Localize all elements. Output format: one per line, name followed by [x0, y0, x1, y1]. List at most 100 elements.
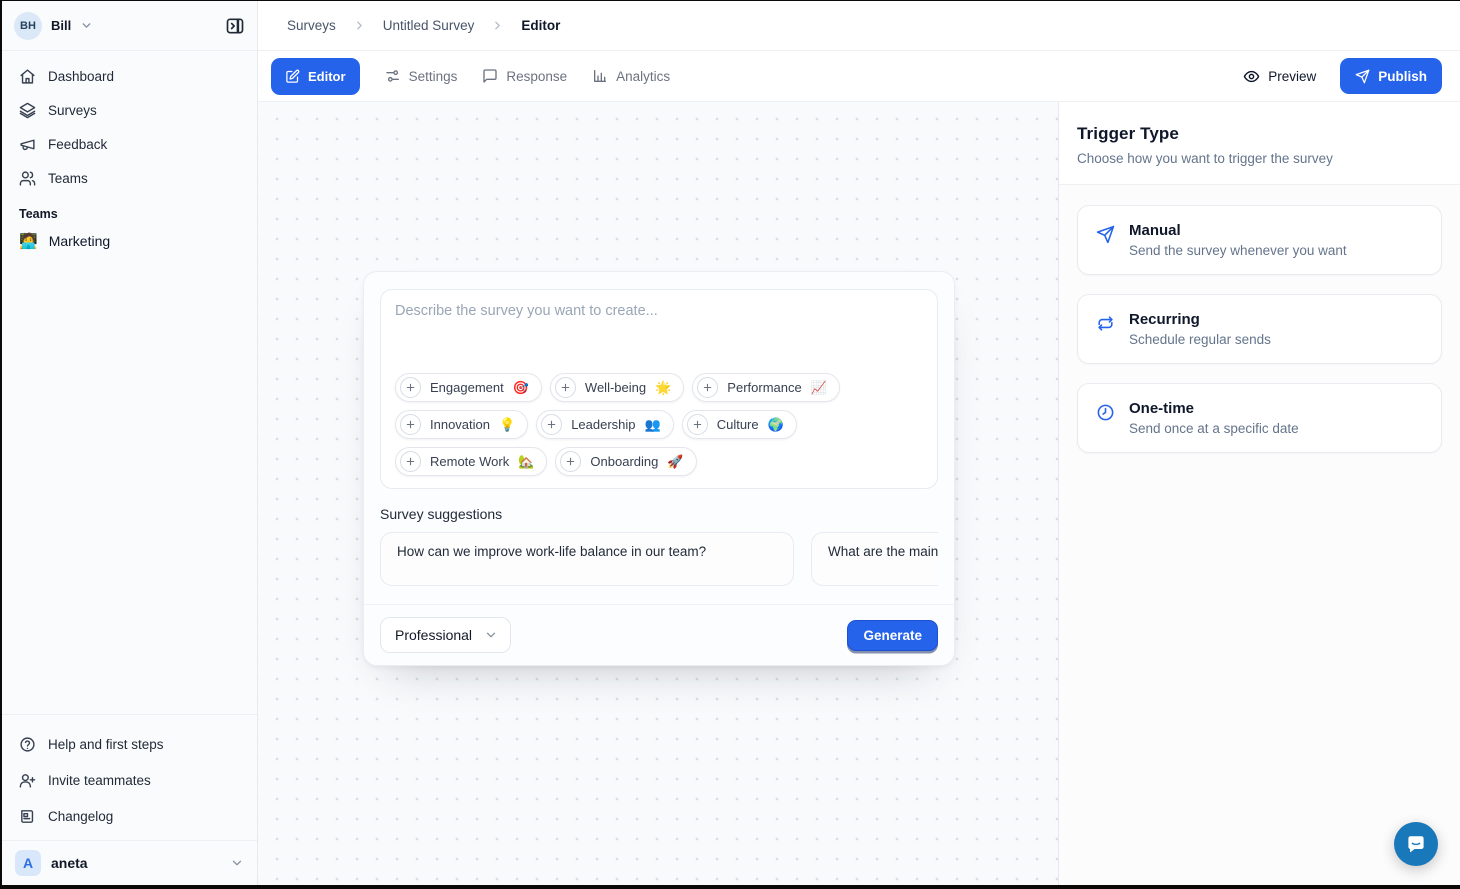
- preview-button[interactable]: Preview: [1243, 68, 1316, 85]
- workspace-avatar: BH: [14, 12, 42, 40]
- bulb-emoji-icon: 💡: [499, 417, 515, 433]
- plus-circle-icon: [697, 377, 718, 398]
- topic-chip-innovation[interactable]: Innovation 💡: [395, 410, 528, 439]
- user-name: aneta: [51, 855, 88, 871]
- panel-subtitle: Choose how you want to trigger the surve…: [1077, 151, 1442, 166]
- sidebar-item-teams[interactable]: Teams: [10, 161, 249, 195]
- chevron-right-icon: [353, 19, 366, 32]
- topic-chip-performance[interactable]: Performance 📈: [692, 373, 840, 402]
- message-square-icon: [482, 68, 498, 84]
- user-menu[interactable]: A aneta: [2, 840, 257, 885]
- workspace-switcher[interactable]: BH Bill: [2, 1, 257, 51]
- star-emoji-icon: 🌟: [655, 380, 671, 396]
- sidebar-item-surveys[interactable]: Surveys: [10, 93, 249, 127]
- editor-canvas[interactable]: Engagement 🎯 Well-being 🌟 Performance: [258, 102, 1058, 885]
- house-emoji-icon: 🏡: [518, 454, 534, 470]
- sidebar-item-label: Surveys: [48, 103, 97, 118]
- survey-composer-card: Engagement 🎯 Well-being 🌟 Performance: [363, 271, 955, 666]
- tab-editor[interactable]: Editor: [271, 58, 360, 95]
- topic-chips: Engagement 🎯 Well-being 🌟 Performance: [395, 373, 923, 476]
- generate-button[interactable]: Generate: [847, 620, 938, 651]
- home-icon: [19, 68, 36, 85]
- layers-icon: [19, 102, 36, 119]
- sidebar-item-changelog[interactable]: Changelog: [10, 798, 249, 834]
- plus-circle-icon: [687, 414, 708, 435]
- sidebar-team-marketing[interactable]: 🧑‍💻 Marketing: [2, 223, 257, 259]
- toolbar: Editor Settings Response Analytics: [258, 51, 1460, 102]
- clock-icon: [1096, 403, 1115, 422]
- newspaper-icon: [19, 808, 36, 825]
- trigger-option-text: Recurring Schedule regular sends: [1129, 311, 1271, 347]
- trigger-type-panel: Trigger Type Choose how you want to trig…: [1058, 102, 1460, 885]
- sidebar-item-label: Teams: [48, 171, 88, 186]
- plus-circle-icon: [400, 451, 421, 472]
- sidebar-item-label: Changelog: [48, 809, 113, 824]
- chat-launcher-button[interactable]: [1394, 822, 1438, 866]
- composer-footer: Professional Generate: [364, 604, 954, 665]
- send-icon: [1096, 225, 1115, 244]
- user-avatar: A: [15, 850, 41, 876]
- sidebar-item-dashboard[interactable]: Dashboard: [10, 59, 249, 93]
- breadcrumb-editor: Editor: [521, 18, 560, 33]
- topic-chip-leadership[interactable]: Leadership 👥: [536, 410, 674, 439]
- breadcrumb-untitled-survey[interactable]: Untitled Survey: [383, 18, 475, 33]
- trigger-option-text: One-time Send once at a specific date: [1129, 400, 1299, 436]
- trigger-option-recurring[interactable]: Recurring Schedule regular sends: [1077, 294, 1442, 364]
- collapse-sidebar-icon[interactable]: [225, 16, 245, 36]
- sidebar-item-invite[interactable]: Invite teammates: [10, 762, 249, 798]
- breadcrumb: Surveys Untitled Survey Editor: [258, 1, 1460, 51]
- sidebar-item-feedback[interactable]: Feedback: [10, 127, 249, 161]
- chat-bubble-icon: [1405, 833, 1427, 855]
- suggestions-row: How can we improve work-life balance in …: [380, 532, 938, 586]
- suggestions-title: Survey suggestions: [380, 506, 938, 522]
- edit-icon: [285, 69, 300, 84]
- topic-chip-onboarding[interactable]: Onboarding 🚀: [555, 447, 696, 476]
- publish-button[interactable]: Publish: [1340, 58, 1442, 94]
- dart-emoji-icon: 🎯: [513, 380, 529, 396]
- plus-circle-icon: [555, 377, 576, 398]
- trigger-option-text: Manual Send the survey whenever you want: [1129, 222, 1347, 258]
- suggestion-card[interactable]: How can we improve work-life balance in …: [380, 532, 794, 586]
- tab-response[interactable]: Response: [482, 68, 567, 84]
- trigger-option-description: Schedule regular sends: [1129, 332, 1271, 347]
- chevron-down-icon: [484, 628, 498, 642]
- sidebar-item-help[interactable]: Help and first steps: [10, 726, 249, 762]
- topic-chip-culture[interactable]: Culture 🌍: [682, 410, 797, 439]
- panel-title: Trigger Type: [1077, 124, 1442, 144]
- topic-chip-well-being[interactable]: Well-being 🌟: [550, 373, 684, 402]
- plus-circle-icon: [560, 451, 581, 472]
- sidebar: BH Bill Dashboard Surveys: [2, 1, 258, 885]
- sidebar-item-label: Invite teammates: [48, 773, 151, 788]
- toolbar-right: Preview Publish: [1243, 58, 1442, 94]
- survey-description-input[interactable]: [395, 303, 923, 373]
- topic-chip-engagement[interactable]: Engagement 🎯: [395, 373, 542, 402]
- tone-select[interactable]: Professional: [380, 617, 511, 653]
- app-window: BH Bill Dashboard Surveys: [2, 1, 1460, 885]
- panel-header: Trigger Type Choose how you want to trig…: [1059, 102, 1460, 185]
- topic-chip-remote-work[interactable]: Remote Work 🏡: [395, 447, 547, 476]
- tone-selected-value: Professional: [395, 627, 472, 643]
- sidebar-nav: Dashboard Surveys Feedback Teams: [2, 51, 257, 195]
- chevron-right-icon: [491, 19, 504, 32]
- user-plus-icon: [19, 772, 36, 789]
- breadcrumb-surveys[interactable]: Surveys: [287, 18, 336, 33]
- team-name: Marketing: [49, 233, 110, 249]
- trigger-option-description: Send once at a specific date: [1129, 421, 1299, 436]
- rocket-emoji-icon: 🚀: [667, 454, 683, 470]
- prompt-box: Engagement 🎯 Well-being 🌟 Performance: [380, 289, 938, 489]
- users-icon: [19, 170, 36, 187]
- sidebar-item-label: Dashboard: [48, 69, 114, 84]
- plus-circle-icon: [400, 414, 421, 435]
- repeat-icon: [1096, 314, 1115, 333]
- trigger-option-title: Manual: [1129, 222, 1347, 239]
- tab-analytics[interactable]: Analytics: [592, 68, 670, 84]
- trigger-option-description: Send the survey whenever you want: [1129, 243, 1347, 258]
- trigger-option-manual[interactable]: Manual Send the survey whenever you want: [1077, 205, 1442, 275]
- suggestion-card[interactable]: What are the main ob: [811, 532, 938, 586]
- trigger-option-one-time[interactable]: One-time Send once at a specific date: [1077, 383, 1442, 453]
- main-column: Surveys Untitled Survey Editor Editor: [258, 1, 1460, 885]
- bar-chart-icon: [592, 68, 608, 84]
- chevron-down-icon: [230, 856, 244, 870]
- tab-settings[interactable]: Settings: [385, 68, 458, 84]
- sidebar-bottom: Help and first steps Invite teammates Ch…: [2, 714, 257, 885]
